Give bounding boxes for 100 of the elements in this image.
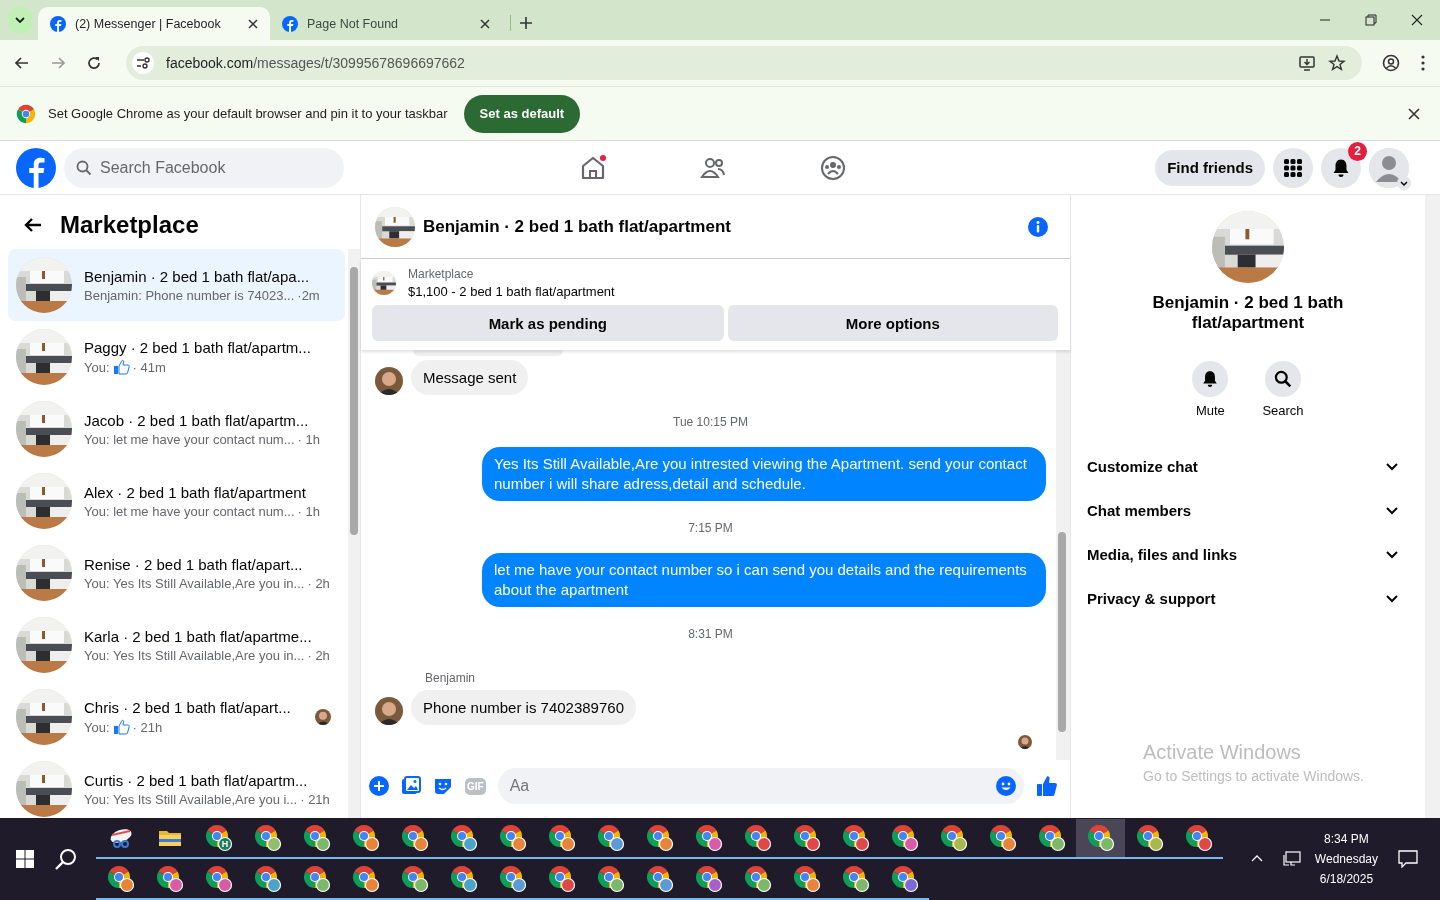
address-bar[interactable]: facebook.com/messages/t/30995678696697662 — [126, 46, 1362, 80]
close-icon[interactable] — [480, 18, 490, 29]
search-field[interactable]: Search Facebook — [64, 147, 344, 188]
bookmark-star-icon[interactable] — [1328, 54, 1346, 72]
bell-icon — [1201, 370, 1220, 388]
info-icon[interactable] — [1028, 216, 1048, 237]
add-icon[interactable] — [369, 776, 389, 796]
forward-icon[interactable] — [50, 55, 66, 71]
home-icon[interactable] — [580, 154, 606, 181]
search-button[interactable] — [1265, 361, 1301, 397]
close-icon[interactable] — [248, 18, 258, 29]
message-preview: You: let me have your contact num... — [84, 503, 295, 519]
site-settings-icon[interactable] — [132, 52, 154, 74]
scrollbar[interactable] — [1056, 350, 1070, 760]
emoji-icon[interactable] — [996, 776, 1016, 796]
facebook-icon — [50, 15, 66, 32]
scrollbar[interactable] — [1425, 195, 1440, 818]
message-bubble: Yes Its Still Available,Are you intrested viewing the Apartment. send your contact number i will share adress,detail and schedule. — [482, 447, 1046, 501]
reload-icon[interactable] — [86, 55, 102, 71]
conversation-item[interactable]: Curtis · 2 bed 1 bath flat/apartm... You: Yes Its Still Available,Are you i... · 21h — [8, 753, 345, 818]
chat-title: Benjamin · 2 bed 1 bath flat/apartment — [423, 216, 731, 237]
grid-icon — [1283, 157, 1303, 178]
browser-icon — [694, 864, 723, 893]
thumbs-up-icon — [112, 719, 130, 735]
thumbs-up-icon — [112, 359, 130, 375]
facebook-logo-icon[interactable] — [16, 147, 56, 188]
profile-icon[interactable] — [1382, 54, 1400, 72]
section-header[interactable]: Privacy & support — [1087, 576, 1409, 620]
listing-action-button[interactable]: More options — [727, 305, 1058, 341]
avatar-icon — [1369, 147, 1409, 188]
browser-icon — [449, 864, 478, 893]
section-header[interactable]: Media, files and links — [1087, 532, 1409, 576]
message-preview: Benjamin: Phone number is 74023... — [84, 287, 295, 303]
notifications-icon[interactable] — [1398, 850, 1418, 868]
browser-icon — [400, 864, 429, 893]
browser-button[interactable]: H — [194, 818, 243, 859]
browser-icon — [694, 823, 723, 852]
group-icon[interactable] — [820, 154, 846, 181]
restore-icon[interactable] — [1365, 14, 1377, 26]
set-default-button[interactable]: Set as default — [463, 94, 581, 133]
new-tab-icon[interactable] — [519, 16, 533, 30]
sticker-icon[interactable] — [433, 776, 453, 796]
chevron-down-icon — [1397, 175, 1411, 190]
browser-icon — [1135, 823, 1164, 852]
browser-icon — [498, 864, 527, 893]
conversation-item[interactable]: Renise · 2 bed 1 bath flat/apart... You: Yes Its Still Available,Are you in... · 2h — [8, 537, 345, 609]
browser-icon — [155, 864, 184, 893]
message-bubble: Message sent — [411, 360, 529, 395]
menu-button[interactable] — [1273, 147, 1313, 188]
message-input[interactable]: Aa — [497, 768, 1024, 804]
browser-icon — [792, 864, 821, 893]
listing-action-button[interactable]: Mark as pending — [372, 305, 724, 341]
clock[interactable]: 8:34 PM Wednesday 6/18/2025 — [1314, 832, 1378, 886]
section-title: Marketplace — [60, 211, 199, 239]
browser-button[interactable] — [1076, 818, 1125, 859]
account-button[interactable] — [1369, 147, 1409, 188]
search-icon[interactable] — [54, 847, 78, 871]
browser-icon — [498, 823, 527, 852]
start-icon[interactable] — [16, 850, 34, 868]
conversation-item[interactable]: Jacob · 2 bed 1 bath flat/apartm... You: let me have your contact num... · 1h — [8, 393, 345, 465]
action-label: Mute — [1195, 403, 1225, 418]
photo-icon[interactable] — [401, 776, 421, 796]
conversation-title: Alex · 2 bed 1 bath flat/apartment — [84, 483, 307, 501]
scrollbar[interactable] — [348, 249, 360, 818]
back-arrow-icon[interactable] — [24, 217, 42, 233]
conversation-title: Karla · 2 bed 1 bath flat/apartme... — [84, 627, 313, 645]
network-icon[interactable] — [1282, 851, 1301, 867]
close-icon[interactable] — [1408, 107, 1420, 120]
conversation-item[interactable]: Chris · 2 bed 1 bath flat/apart... You: · 21h — [8, 681, 345, 753]
message-preview: You: Yes Its Still Available,Are you i... — [84, 791, 298, 807]
browser-icon — [596, 864, 625, 893]
sender-name: Benjamin — [425, 671, 477, 685]
conversation-item[interactable]: Karla · 2 bed 1 bath flat/apartme... You: Yes Its Still Available,Are you in... · 2h — [8, 609, 345, 681]
section-header[interactable]: Chat members — [1087, 488, 1409, 532]
browser-tab[interactable]: (2) Messenger | Facebook — [38, 7, 270, 40]
browser-icon — [547, 823, 576, 852]
message-preview: You: Yes Its Still Available,Are you in... — [84, 647, 305, 663]
tab-search-button[interactable] — [8, 7, 32, 33]
install-app-icon[interactable] — [1298, 54, 1316, 72]
browser-icon — [645, 864, 674, 893]
menu-icon[interactable] — [1420, 54, 1426, 72]
mute-button[interactable] — [1192, 361, 1229, 397]
close-icon[interactable] — [1411, 14, 1423, 26]
notifications-button[interactable] — [1321, 147, 1361, 188]
browser-icon — [890, 823, 919, 852]
message-time: · 41m — [132, 359, 166, 375]
message-time: ·2m — [297, 287, 320, 303]
browser-tab[interactable]: Page Not Found — [270, 7, 502, 40]
find-friends-button[interactable]: Find friends — [1155, 149, 1265, 186]
chevron-down-icon — [14, 14, 26, 26]
thumbs-up-icon[interactable] — [1036, 775, 1058, 797]
section-header[interactable]: Customize chat — [1087, 444, 1409, 488]
conversation-item[interactable]: Paggy · 2 bed 1 bath flat/apartm... You: · 41m — [8, 321, 345, 393]
back-icon[interactable] — [14, 55, 30, 71]
browser-icon — [1086, 823, 1115, 852]
facebook-icon — [282, 15, 298, 32]
conversation-item[interactable]: Alex · 2 bed 1 bath flat/apartment You: let me have your contact num... · 1h — [8, 465, 345, 537]
conversation-item[interactable]: Benjamin · 2 bed 1 bath flat/apa... Benjamin: Phone number is 74023... ·2m — [8, 249, 345, 321]
message-time: · 1h — [297, 431, 320, 447]
conversation-title: Paggy · 2 bed 1 bath flat/apartm... — [84, 339, 312, 356]
